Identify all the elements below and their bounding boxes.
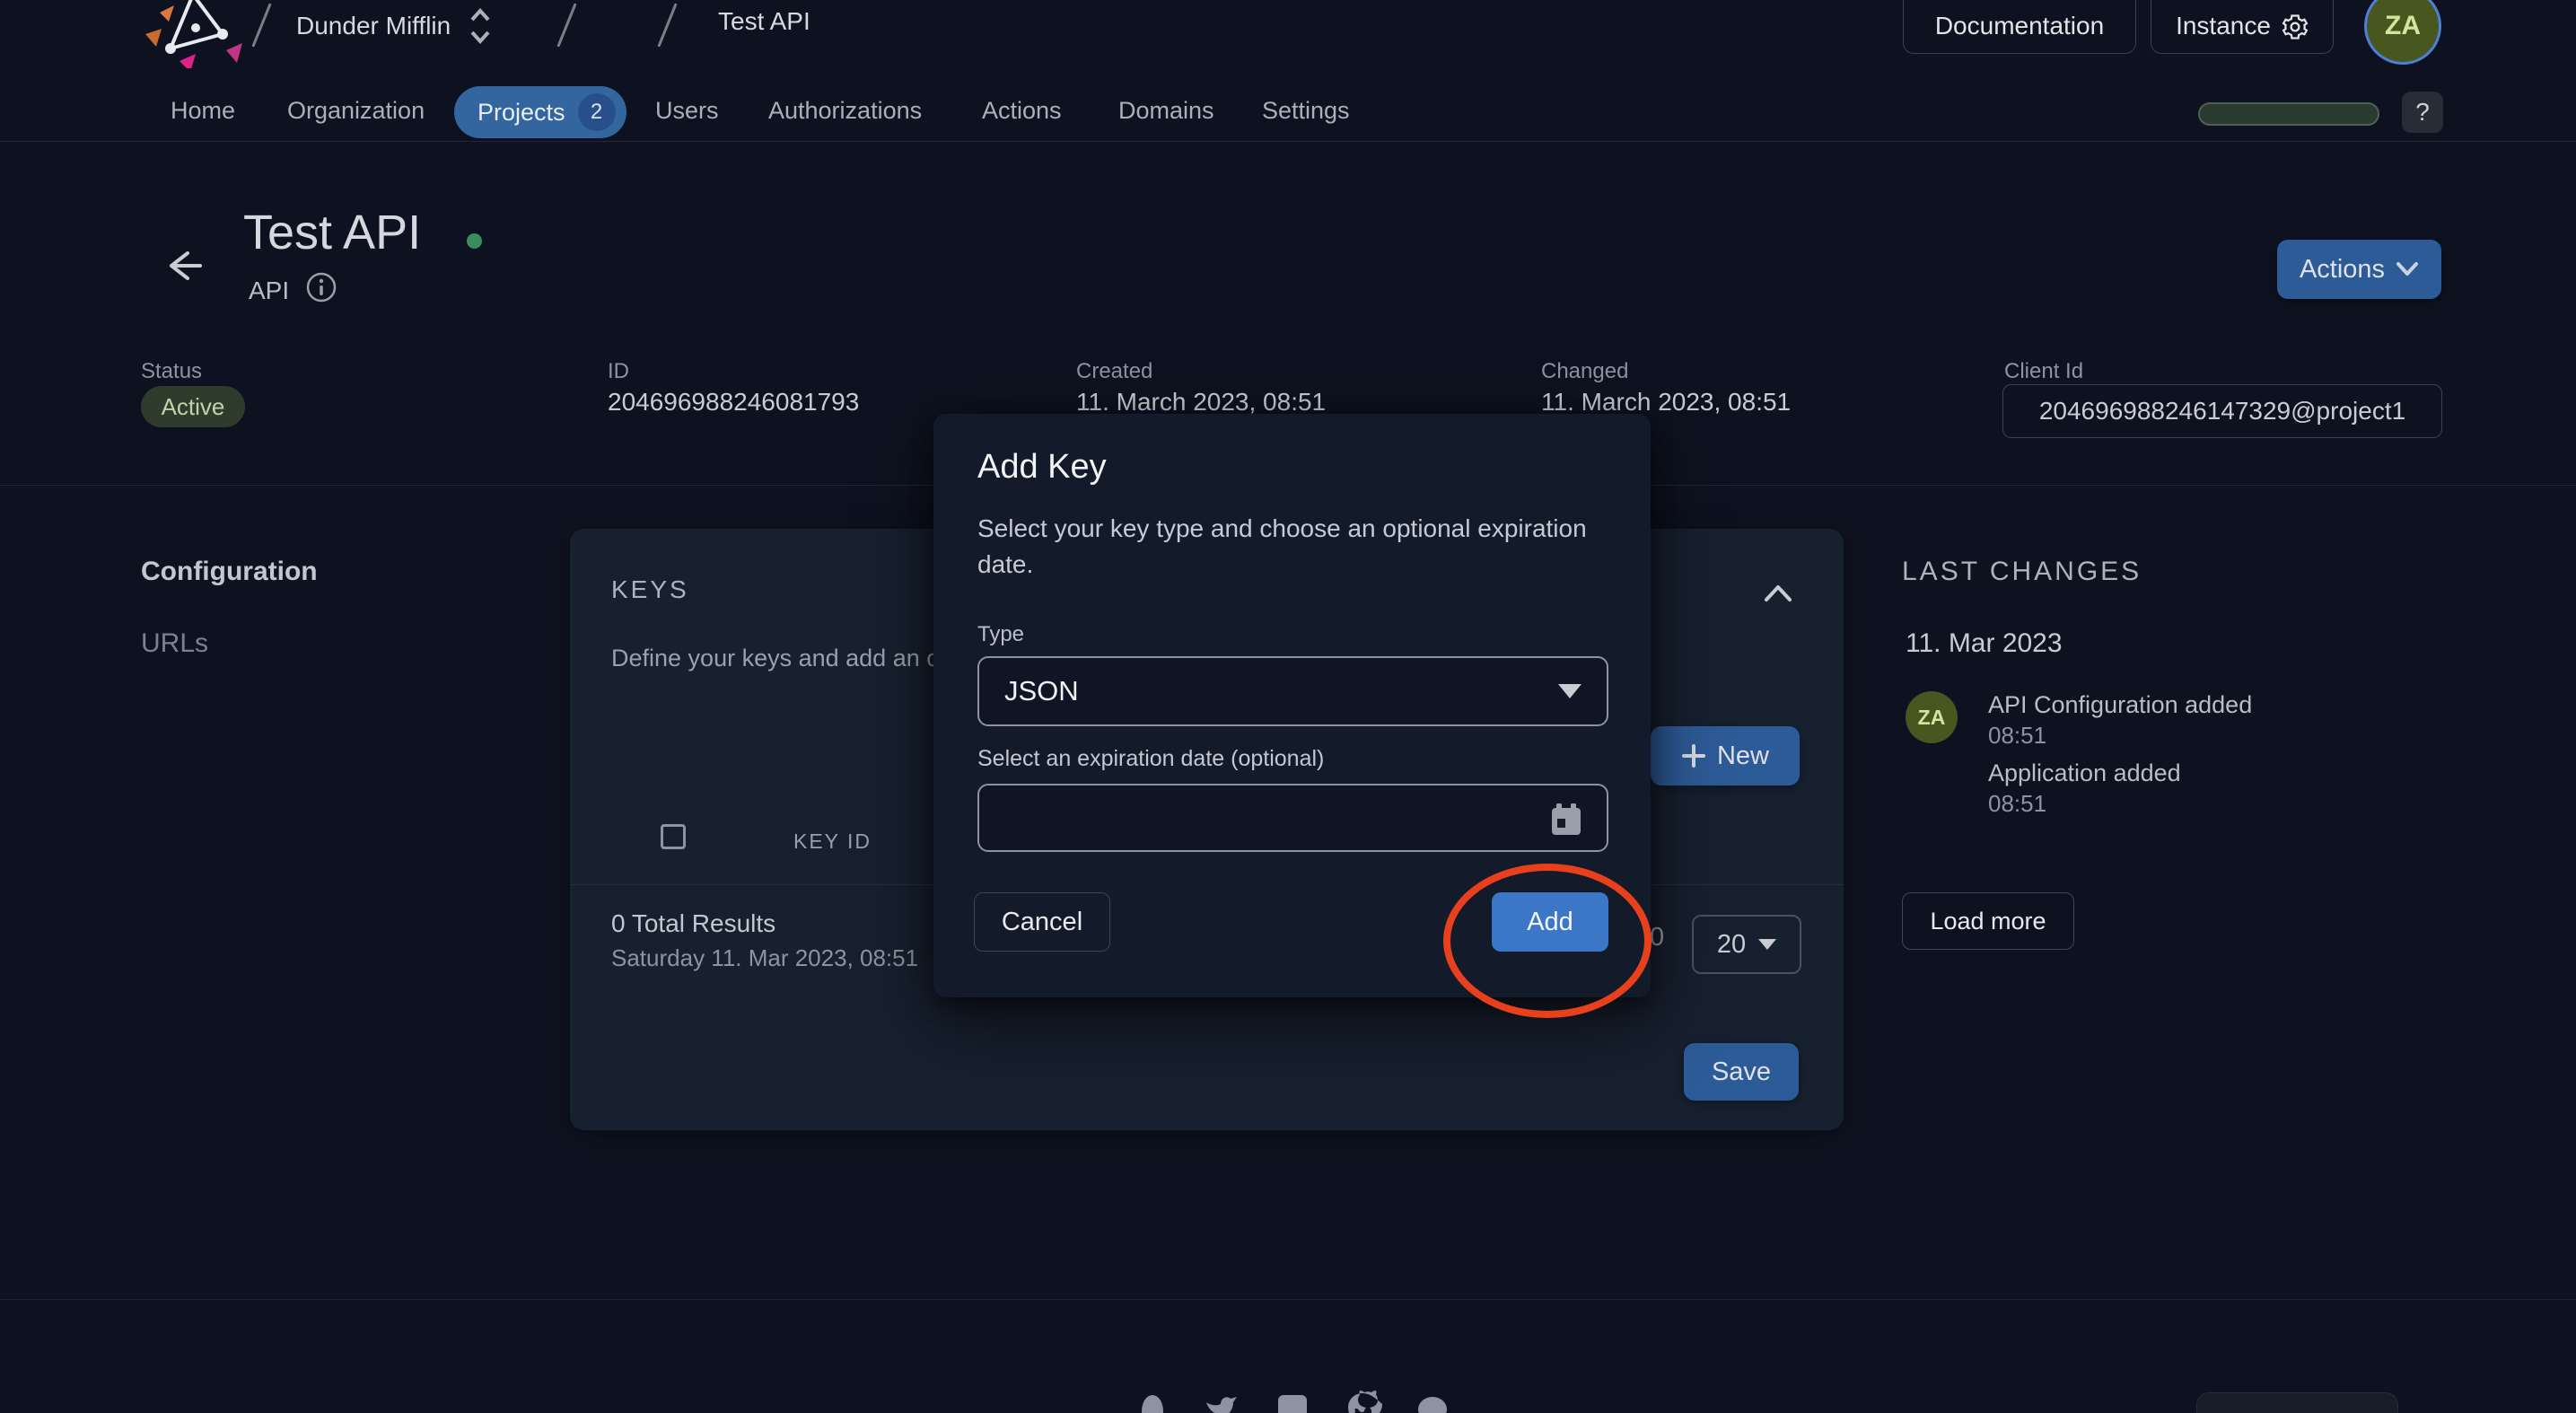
- unfold-more-icon: [469, 7, 492, 45]
- tab-users[interactable]: Users: [655, 97, 719, 125]
- created-label: Created: [1076, 359, 1152, 384]
- tab-projects[interactable]: Projects 2: [454, 86, 626, 138]
- collapse-chevron-up-icon[interactable]: [1763, 584, 1793, 608]
- github-icon[interactable]: [1343, 1388, 1382, 1413]
- user-avatar[interactable]: ZA: [2364, 0, 2441, 65]
- tab-settings[interactable]: Settings: [1262, 97, 1350, 125]
- usage-progress-bar: [2198, 102, 2379, 126]
- type-label: Type: [977, 622, 1024, 647]
- annotation-circle: [1443, 864, 1652, 1018]
- help-button[interactable]: ?: [2402, 92, 2443, 133]
- id-value: 204696988246081793: [608, 388, 859, 417]
- breadcrumb-separator: [251, 3, 271, 47]
- new-key-label: New: [1717, 742, 1769, 771]
- save-button[interactable]: Save: [1684, 1043, 1799, 1101]
- cancel-label: Cancel: [1002, 908, 1082, 937]
- page-size-value: 20: [1717, 930, 1746, 960]
- tab-projects-label: Projects: [478, 99, 565, 127]
- documentation-button[interactable]: Documentation: [1903, 0, 2136, 54]
- expiration-label: Select an expiration date (optional): [977, 746, 1324, 772]
- actions-menu-button[interactable]: Actions: [2277, 240, 2441, 299]
- last-changes-title: LAST CHANGES: [1902, 557, 2142, 587]
- status-value: Active: [162, 393, 225, 421]
- expiration-date-input[interactable]: [979, 785, 1607, 850]
- client-id-value: 204696988246147329@project1: [2039, 397, 2405, 426]
- change-event-label: API Configuration added: [1988, 691, 2252, 719]
- dialog-title: Add Key: [977, 448, 1107, 487]
- app-window: Dunder Mifflin Test API Documentation In…: [0, 0, 2576, 1413]
- person-icon[interactable]: [1133, 1388, 1172, 1413]
- footer-divider: [0, 1299, 2576, 1300]
- results-timestamp: Saturday 11. Mar 2023, 08:51: [611, 944, 918, 972]
- keys-title: KEYS: [611, 575, 689, 604]
- created-value: 11. March 2023, 08:51: [1076, 388, 1326, 417]
- status-badge: Active: [141, 386, 245, 427]
- sidebar-item-configuration[interactable]: Configuration: [141, 557, 318, 587]
- zitadel-logo[interactable]: [144, 0, 242, 68]
- changed-value: 11. March 2023, 08:51: [1541, 388, 1791, 417]
- tab-authorizations[interactable]: Authorizations: [768, 97, 922, 125]
- chevron-down-icon: [2396, 261, 2419, 277]
- gear-icon: [2282, 13, 2309, 40]
- projects-count-badge: 2: [578, 93, 616, 131]
- key-type-select[interactable]: JSON: [977, 656, 1608, 726]
- footer-social-links: [1133, 1388, 1452, 1413]
- bottom-right-widget[interactable]: [2196, 1392, 2398, 1413]
- page-size-select[interactable]: 20: [1692, 915, 1801, 974]
- client-id-label: Client Id: [2004, 359, 2083, 384]
- breadcrumb-separator: [556, 3, 576, 47]
- paginator-range: 0: [1650, 923, 1664, 952]
- last-changes-date: 11. Mar 2023: [1906, 628, 2063, 659]
- org-switcher[interactable]: Dunder Mifflin: [296, 7, 492, 45]
- tab-organization[interactable]: Organization: [287, 97, 425, 125]
- info-icon[interactable]: [305, 271, 337, 308]
- instance-label: Instance: [2176, 12, 2271, 40]
- actions-label: Actions: [2300, 255, 2385, 285]
- expiration-date-field[interactable]: [977, 784, 1608, 852]
- calendar-icon[interactable]: [1549, 802, 1583, 838]
- column-header-key-id: KEY ID: [793, 829, 872, 854]
- chat-icon[interactable]: [1413, 1388, 1452, 1413]
- status-dot: [467, 233, 482, 249]
- status-label: Status: [141, 359, 202, 384]
- load-more-label: Load more: [1930, 908, 2046, 935]
- plus-icon: [1681, 743, 1706, 768]
- changed-label: Changed: [1541, 359, 1628, 384]
- back-button[interactable]: [164, 248, 204, 288]
- help-label: ?: [2415, 98, 2430, 126]
- documentation-label: Documentation: [1935, 12, 2104, 40]
- id-label: ID: [608, 359, 629, 384]
- change-event-time: 08:51: [1988, 790, 2046, 818]
- breadcrumb-app[interactable]: Test API: [718, 7, 810, 36]
- change-event-label: Application added: [1988, 759, 2181, 787]
- load-more-button[interactable]: Load more: [1902, 892, 2074, 950]
- tab-domains[interactable]: Domains: [1118, 97, 1214, 125]
- select-arrow-icon: [1758, 939, 1776, 950]
- select-arrow-icon: [1558, 684, 1582, 698]
- save-label: Save: [1712, 1058, 1771, 1087]
- breadcrumb-separator: [657, 3, 677, 47]
- new-key-button[interactable]: New: [1651, 726, 1800, 785]
- client-id-box[interactable]: 204696988246147329@project1: [2002, 384, 2442, 438]
- change-event-time: 08:51: [1988, 722, 2046, 750]
- page-subtitle: API: [249, 276, 289, 305]
- avatar-initials: ZA: [2385, 11, 2421, 41]
- dialog-description: Select your key type and choose an optio…: [977, 511, 1597, 583]
- tab-actions[interactable]: Actions: [982, 97, 1062, 125]
- page-title: Test API: [243, 205, 421, 260]
- keys-description: Define your keys and add an o: [611, 645, 936, 680]
- key-type-value: JSON: [1004, 675, 1079, 707]
- sidebar-item-urls[interactable]: URLs: [141, 628, 208, 659]
- change-avatar-initials: ZA: [1918, 706, 1946, 730]
- instance-button[interactable]: Instance: [2151, 0, 2334, 54]
- breadcrumb-org: Dunder Mifflin: [296, 12, 451, 40]
- tab-home[interactable]: Home: [171, 97, 235, 125]
- total-results: 0 Total Results: [611, 909, 775, 938]
- twitter-icon[interactable]: [1203, 1388, 1242, 1413]
- linkedin-icon[interactable]: [1273, 1388, 1312, 1413]
- nav-divider: [0, 141, 2576, 142]
- cancel-button[interactable]: Cancel: [974, 892, 1110, 952]
- change-author-avatar: ZA: [1906, 691, 1958, 743]
- select-all-checkbox[interactable]: [661, 824, 686, 849]
